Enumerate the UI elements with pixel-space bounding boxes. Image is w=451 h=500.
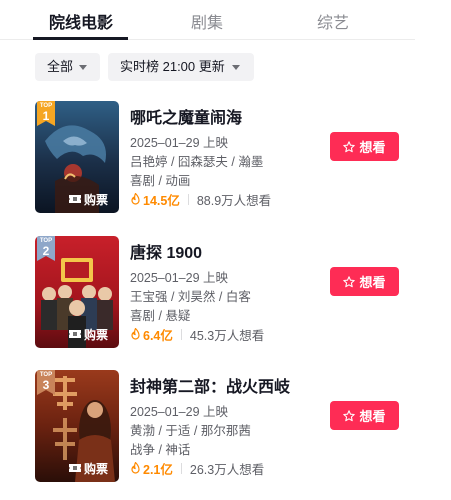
movie-title[interactable]: 封神第二部：战火西岐 bbox=[130, 373, 290, 397]
rank-number: 3 bbox=[42, 378, 50, 392]
want-count: 45.3万人想看 bbox=[189, 328, 265, 343]
active-tab-indicator bbox=[33, 37, 128, 40]
rank-number: 1 bbox=[42, 109, 50, 123]
heat-row: 2.1亿 26.3万人想看 bbox=[130, 460, 265, 477]
rank-badge: TOP 2 bbox=[37, 236, 55, 261]
release-date: 2025–01–29 上映 bbox=[130, 271, 228, 285]
filter-bar: 全部 实时榜 21:00 更新 bbox=[0, 53, 451, 81]
flame-icon bbox=[131, 193, 140, 205]
movie-item[interactable]: TOP 1 购票 哪吒之魔童闹海 2025–01–29 上映 吕艳婷 / 囧森瑟… bbox=[0, 101, 451, 213]
star-icon bbox=[343, 140, 356, 152]
movie-poster[interactable]: TOP 2 购票 bbox=[35, 236, 119, 348]
chevron-down-icon bbox=[232, 65, 240, 70]
movie-title[interactable]: 唐探 1900 bbox=[130, 239, 202, 263]
buy-ticket-label: 购票 bbox=[84, 192, 109, 207]
buy-ticket-label: 购票 bbox=[84, 461, 109, 476]
ticket-icon bbox=[69, 330, 81, 338]
movie-item[interactable]: TOP 3 购票 封神第二部：战火西岐 2025–01–29 上映 黄渤 / 于… bbox=[0, 370, 451, 482]
divider bbox=[180, 462, 182, 474]
category-tabs: 院线电影 剧集 综艺 bbox=[0, 0, 415, 40]
category-filter-label: 全部 bbox=[47, 59, 74, 74]
heat-value: 14.5亿 bbox=[143, 193, 180, 208]
genre-list: 喜剧 / 动画 bbox=[130, 174, 191, 188]
category-filter-dropdown[interactable]: 全部 bbox=[35, 53, 100, 81]
genre-list: 喜剧 / 悬疑 bbox=[130, 309, 191, 323]
movie-poster[interactable]: TOP 1 购票 bbox=[35, 101, 119, 213]
heat-row: 6.4亿 45.3万人想看 bbox=[130, 326, 265, 343]
want-to-watch-button[interactable]: 想看 bbox=[330, 132, 399, 161]
movie-item[interactable]: TOP 2 购票 唐探 1900 2025–01–29 上映 王宝强 / 刘昊然… bbox=[0, 236, 451, 348]
rank-number: 2 bbox=[42, 244, 50, 258]
tab-variety[interactable]: 综艺 bbox=[317, 9, 349, 33]
want-count: 88.9万人想看 bbox=[196, 193, 272, 208]
genre-list: 战争 / 神话 bbox=[130, 443, 191, 457]
want-count: 26.3万人想看 bbox=[189, 462, 265, 477]
tab-movies[interactable]: 院线电影 bbox=[49, 9, 113, 33]
flame-icon bbox=[131, 328, 140, 340]
want-to-watch-button[interactable]: 想看 bbox=[330, 401, 399, 430]
want-to-watch-label: 想看 bbox=[359, 140, 386, 155]
movie-title[interactable]: 哪吒之魔童闹海 bbox=[130, 104, 242, 128]
cast-list: 吕艳婷 / 囧森瑟夫 / 瀚墨 bbox=[130, 155, 264, 169]
movie-poster[interactable]: TOP 3 购票 bbox=[35, 370, 119, 482]
heat-row: 14.5亿 88.9万人想看 bbox=[130, 191, 272, 208]
release-date: 2025–01–29 上映 bbox=[130, 405, 228, 419]
heat-value: 2.1亿 bbox=[143, 462, 173, 477]
star-icon bbox=[343, 275, 356, 287]
rank-badge: TOP 1 bbox=[37, 101, 55, 126]
ranking-filter-dropdown[interactable]: 实时榜 21:00 更新 bbox=[108, 53, 254, 81]
rank-badge: TOP 3 bbox=[37, 370, 55, 395]
flame-icon bbox=[131, 462, 140, 474]
buy-ticket-overlay[interactable]: 购票 bbox=[69, 191, 108, 207]
ranking-filter-label: 实时榜 21:00 更新 bbox=[120, 59, 225, 74]
buy-ticket-label: 购票 bbox=[84, 327, 109, 342]
want-to-watch-button[interactable]: 想看 bbox=[330, 267, 399, 296]
ticket-icon bbox=[69, 195, 81, 203]
buy-ticket-overlay[interactable]: 购票 bbox=[69, 326, 108, 342]
divider bbox=[180, 328, 182, 340]
buy-ticket-overlay[interactable]: 购票 bbox=[69, 460, 108, 476]
want-to-watch-label: 想看 bbox=[359, 275, 386, 290]
ticket-icon bbox=[69, 464, 81, 472]
chevron-down-icon bbox=[79, 65, 87, 70]
want-to-watch-label: 想看 bbox=[359, 409, 386, 424]
release-date: 2025–01–29 上映 bbox=[130, 136, 228, 150]
tab-series[interactable]: 剧集 bbox=[191, 9, 223, 33]
cast-list: 王宝强 / 刘昊然 / 白客 bbox=[130, 290, 251, 304]
star-icon bbox=[343, 409, 356, 421]
heat-value: 6.4亿 bbox=[143, 328, 173, 343]
cast-list: 黄渤 / 于适 / 那尔那茜 bbox=[130, 424, 251, 438]
divider bbox=[187, 193, 189, 205]
